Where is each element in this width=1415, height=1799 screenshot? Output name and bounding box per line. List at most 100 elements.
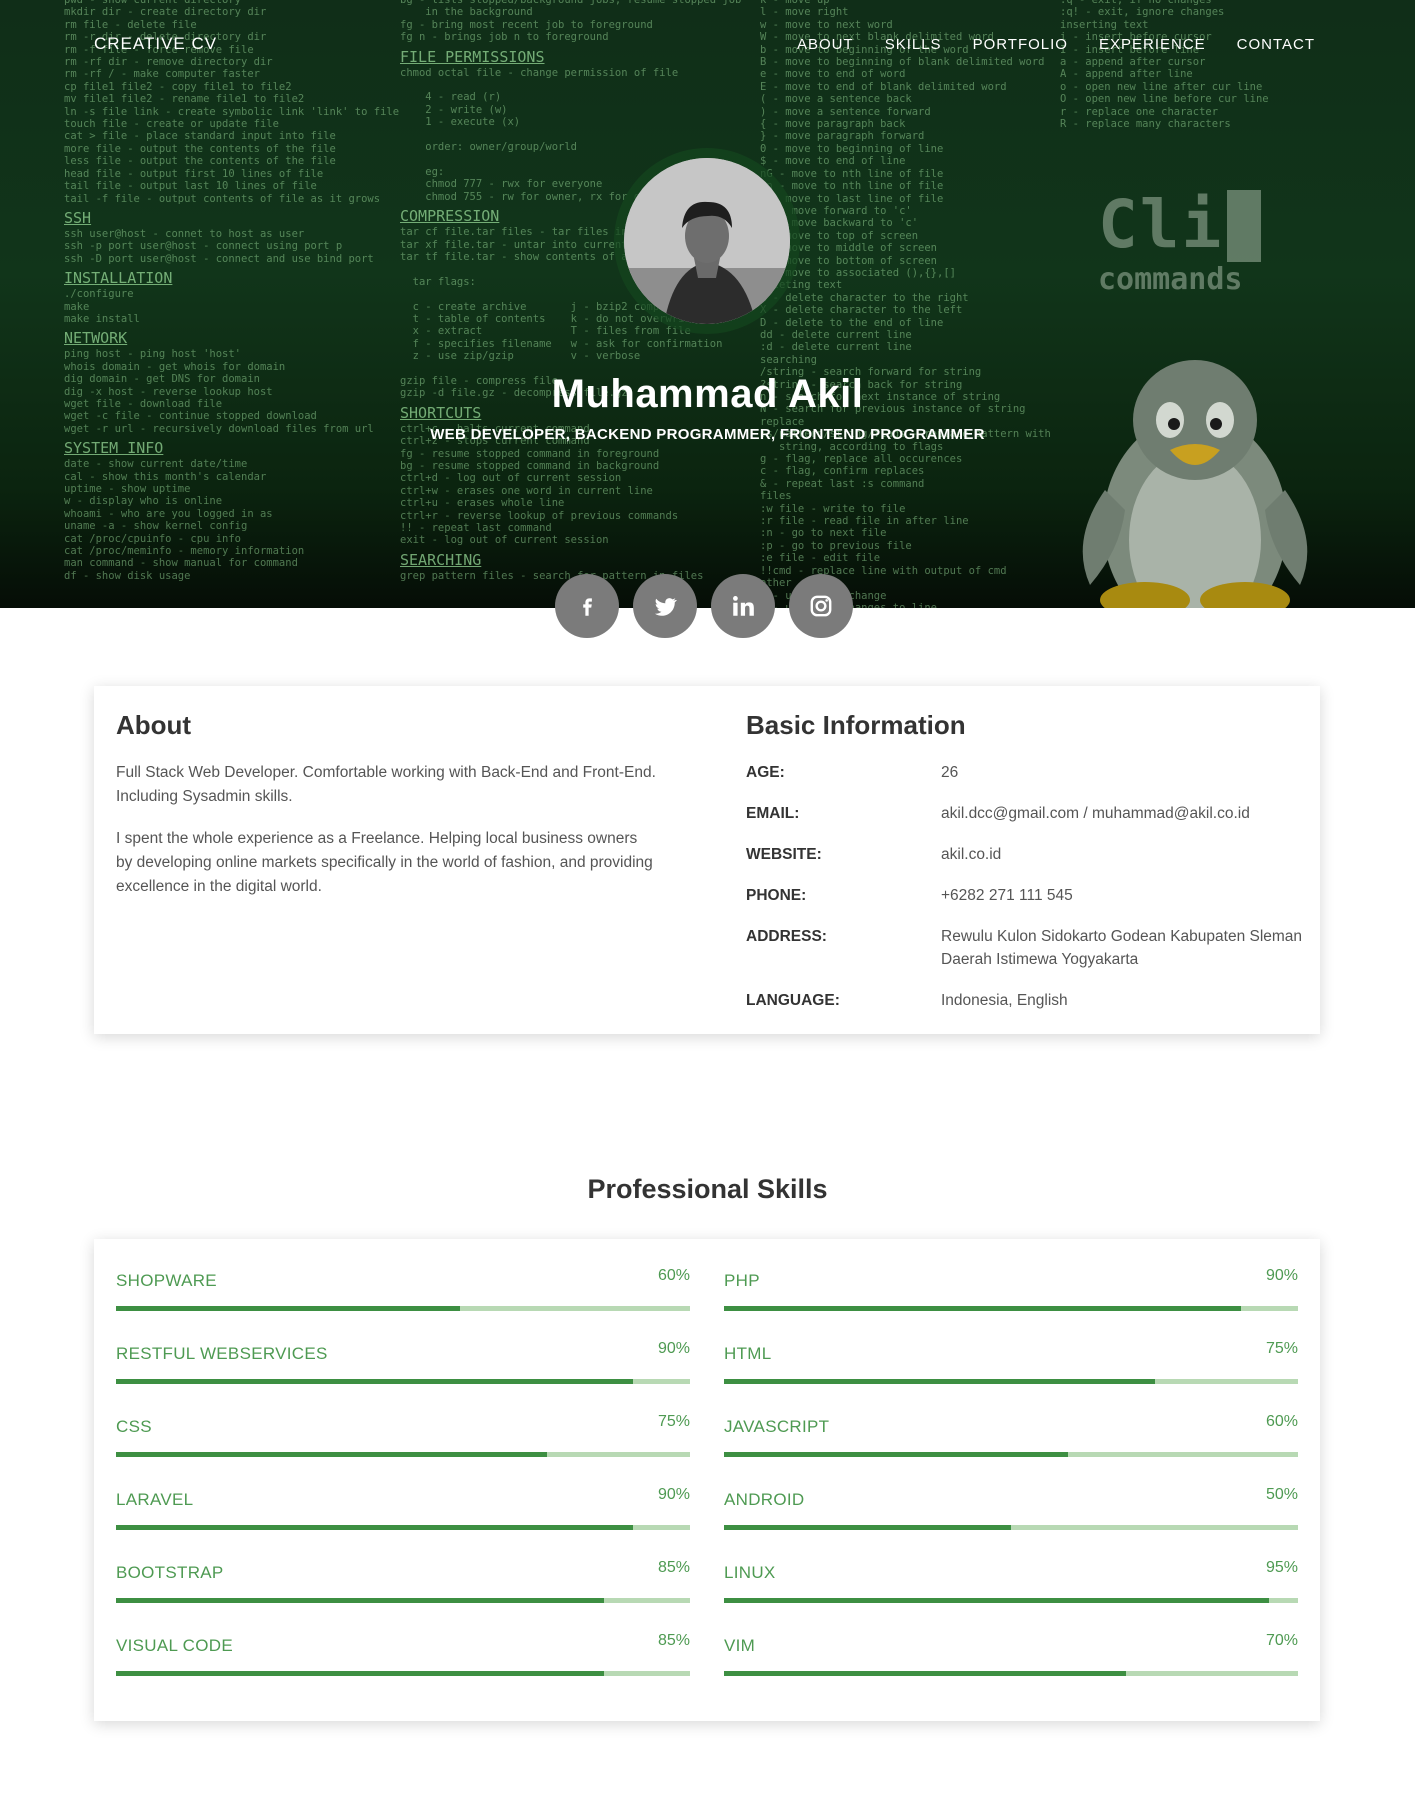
skill-name: VIM: [724, 1636, 756, 1655]
skill-name: SHOPWARE: [116, 1271, 217, 1290]
skill-percent: 90%: [657, 1340, 690, 1357]
info-row-address: ADDRESS: Rewulu Kulon Sidokarto Godean K…: [746, 925, 1306, 971]
info-label: PHONE:: [746, 887, 807, 904]
skill-progress-track: [116, 1379, 690, 1384]
skill-progress-fill: [116, 1452, 547, 1457]
twitter-button[interactable]: [633, 574, 697, 638]
info-value: akil.dcc@gmail.com / muhammad@akil.co.id: [941, 805, 1250, 822]
skill-item: VIM 70%: [724, 1628, 1298, 1701]
avatar: [624, 158, 790, 324]
info-row-email: EMAIL: akil.dcc@gmail.com / muhammad@aki…: [746, 802, 1306, 825]
skill-item: CSS 75%: [116, 1409, 690, 1482]
main-nav: ABOUT SKILLS PORTFOLIO EXPERIENCE CONTAC…: [797, 36, 1315, 53]
info-label: EMAIL:: [746, 805, 800, 822]
info-label: AGE:: [746, 764, 785, 781]
skill-progress-fill: [116, 1379, 633, 1384]
skill-percent: 70%: [1265, 1632, 1298, 1649]
skill-item: JAVASCRIPT 60%: [724, 1409, 1298, 1482]
skill-percent: 90%: [657, 1486, 690, 1503]
skill-name: LINUX: [724, 1563, 776, 1582]
nav-link-portfolio[interactable]: PORTFOLIO: [973, 36, 1068, 53]
info-label: WEBSITE:: [746, 846, 822, 863]
twitter-icon: [654, 598, 677, 616]
skill-progress-track: [724, 1671, 1298, 1676]
brand-logo-link[interactable]: CREATIVE CV: [94, 34, 217, 54]
skill-progress-track: [724, 1306, 1298, 1311]
profile-photo: [624, 158, 790, 324]
skill-progress-track: [116, 1598, 690, 1603]
skills-grid: SHOPWARE 60% PHP 90% RESTFUL WEBSERVICES 90…: [116, 1263, 1298, 1701]
nav-link-skills[interactable]: SKILLS: [885, 36, 942, 53]
skill-percent: 75%: [657, 1413, 690, 1430]
about-paragraph: Full Stack Web Developer. Comfortable wo…: [116, 764, 656, 805]
info-row-age: AGE: 26: [746, 761, 1306, 784]
info-row-website: WEBSITE: akil.co.id: [746, 843, 1306, 866]
linkedin-icon: [733, 596, 754, 616]
skill-item: BOOTSTRAP 85%: [116, 1555, 690, 1628]
cli-commands-logo: Cli commands: [1098, 190, 1262, 296]
skill-percent: 85%: [657, 1632, 690, 1649]
skill-item: LARAVEL 90%: [116, 1482, 690, 1555]
skill-progress-fill: [116, 1671, 604, 1676]
skill-progress-fill: [724, 1671, 1126, 1676]
skill-percent: 60%: [657, 1267, 690, 1284]
nav-link-about[interactable]: ABOUT: [797, 36, 854, 53]
skill-name: ANDROID: [724, 1490, 805, 1509]
skill-item: PHP 90%: [724, 1263, 1298, 1336]
skill-percent: 90%: [1265, 1267, 1298, 1284]
info-value: 26: [941, 764, 959, 781]
about-section: About Full Stack Web Developer. Comforta…: [116, 710, 656, 917]
social-links: [555, 574, 853, 638]
skill-progress-track: [116, 1452, 690, 1457]
skill-name: HTML: [724, 1344, 772, 1363]
skill-percent: 85%: [657, 1559, 690, 1576]
skills-title: Professional Skills: [587, 1174, 828, 1204]
about-title: About: [116, 710, 192, 740]
skill-percent: 75%: [1265, 1340, 1298, 1357]
skill-progress-fill: [724, 1379, 1155, 1384]
skill-progress-track: [724, 1452, 1298, 1457]
skill-name: JAVASCRIPT: [724, 1417, 830, 1436]
instagram-button[interactable]: [789, 574, 853, 638]
skill-progress-track: [116, 1525, 690, 1530]
skill-name: CSS: [116, 1417, 152, 1436]
skill-progress-fill: [724, 1306, 1241, 1311]
info-value: akil.co.id: [941, 846, 1002, 863]
nav-link-experience[interactable]: EXPERIENCE: [1099, 36, 1206, 53]
info-label: ADDRESS:: [746, 928, 827, 945]
skill-percent: 60%: [1265, 1413, 1298, 1430]
info-value: Rewulu Kulon Sidokarto Godean Kabupaten …: [941, 928, 1303, 968]
skill-progress-fill: [116, 1306, 461, 1311]
skill-progress-track: [724, 1379, 1298, 1384]
about-paragraph: I spent the whole experience as a Freela…: [116, 830, 653, 895]
skill-progress-fill: [724, 1452, 1069, 1457]
skill-progress-track: [724, 1525, 1298, 1530]
skill-item: LINUX 95%: [724, 1555, 1298, 1628]
profile-name: Muhammad Akil: [551, 372, 864, 416]
info-row-language: LANGUAGE: Indonesia, English: [746, 989, 1306, 1012]
skill-name: VISUAL CODE: [116, 1636, 233, 1655]
skill-progress-fill: [116, 1598, 604, 1603]
skill-percent: 50%: [1265, 1486, 1298, 1503]
skill-progress-track: [116, 1671, 690, 1676]
instagram-icon: [810, 595, 832, 617]
skill-name: LARAVEL: [116, 1490, 194, 1509]
info-value: Indonesia, English: [941, 992, 1068, 1009]
info-row-phone: PHONE: +6282 271 111 545: [746, 884, 1306, 907]
linkedin-button[interactable]: [711, 574, 775, 638]
skill-progress-fill: [116, 1525, 633, 1530]
skill-percent: 95%: [1265, 1559, 1298, 1576]
skill-item: RESTFUL WEBSERVICES 90%: [116, 1336, 690, 1409]
nav-link-contact[interactable]: CONTACT: [1237, 36, 1315, 53]
facebook-icon: [583, 598, 592, 616]
basic-information-section: Basic Information AGE: 26 EMAIL: akil.dc…: [746, 710, 1306, 1030]
skill-name: RESTFUL WEBSERVICES: [116, 1344, 328, 1363]
basic-information-title: Basic Information: [746, 710, 966, 740]
skill-progress-fill: [724, 1598, 1270, 1603]
skill-item: HTML 75%: [724, 1336, 1298, 1409]
skill-item: VISUAL CODE 85%: [116, 1628, 690, 1701]
skills-card: SHOPWARE 60% PHP 90% RESTFUL WEBSERVICES 90…: [94, 1239, 1320, 1721]
facebook-button[interactable]: [555, 574, 619, 638]
skill-item: ANDROID 50%: [724, 1482, 1298, 1555]
skill-progress-track: [116, 1306, 690, 1311]
